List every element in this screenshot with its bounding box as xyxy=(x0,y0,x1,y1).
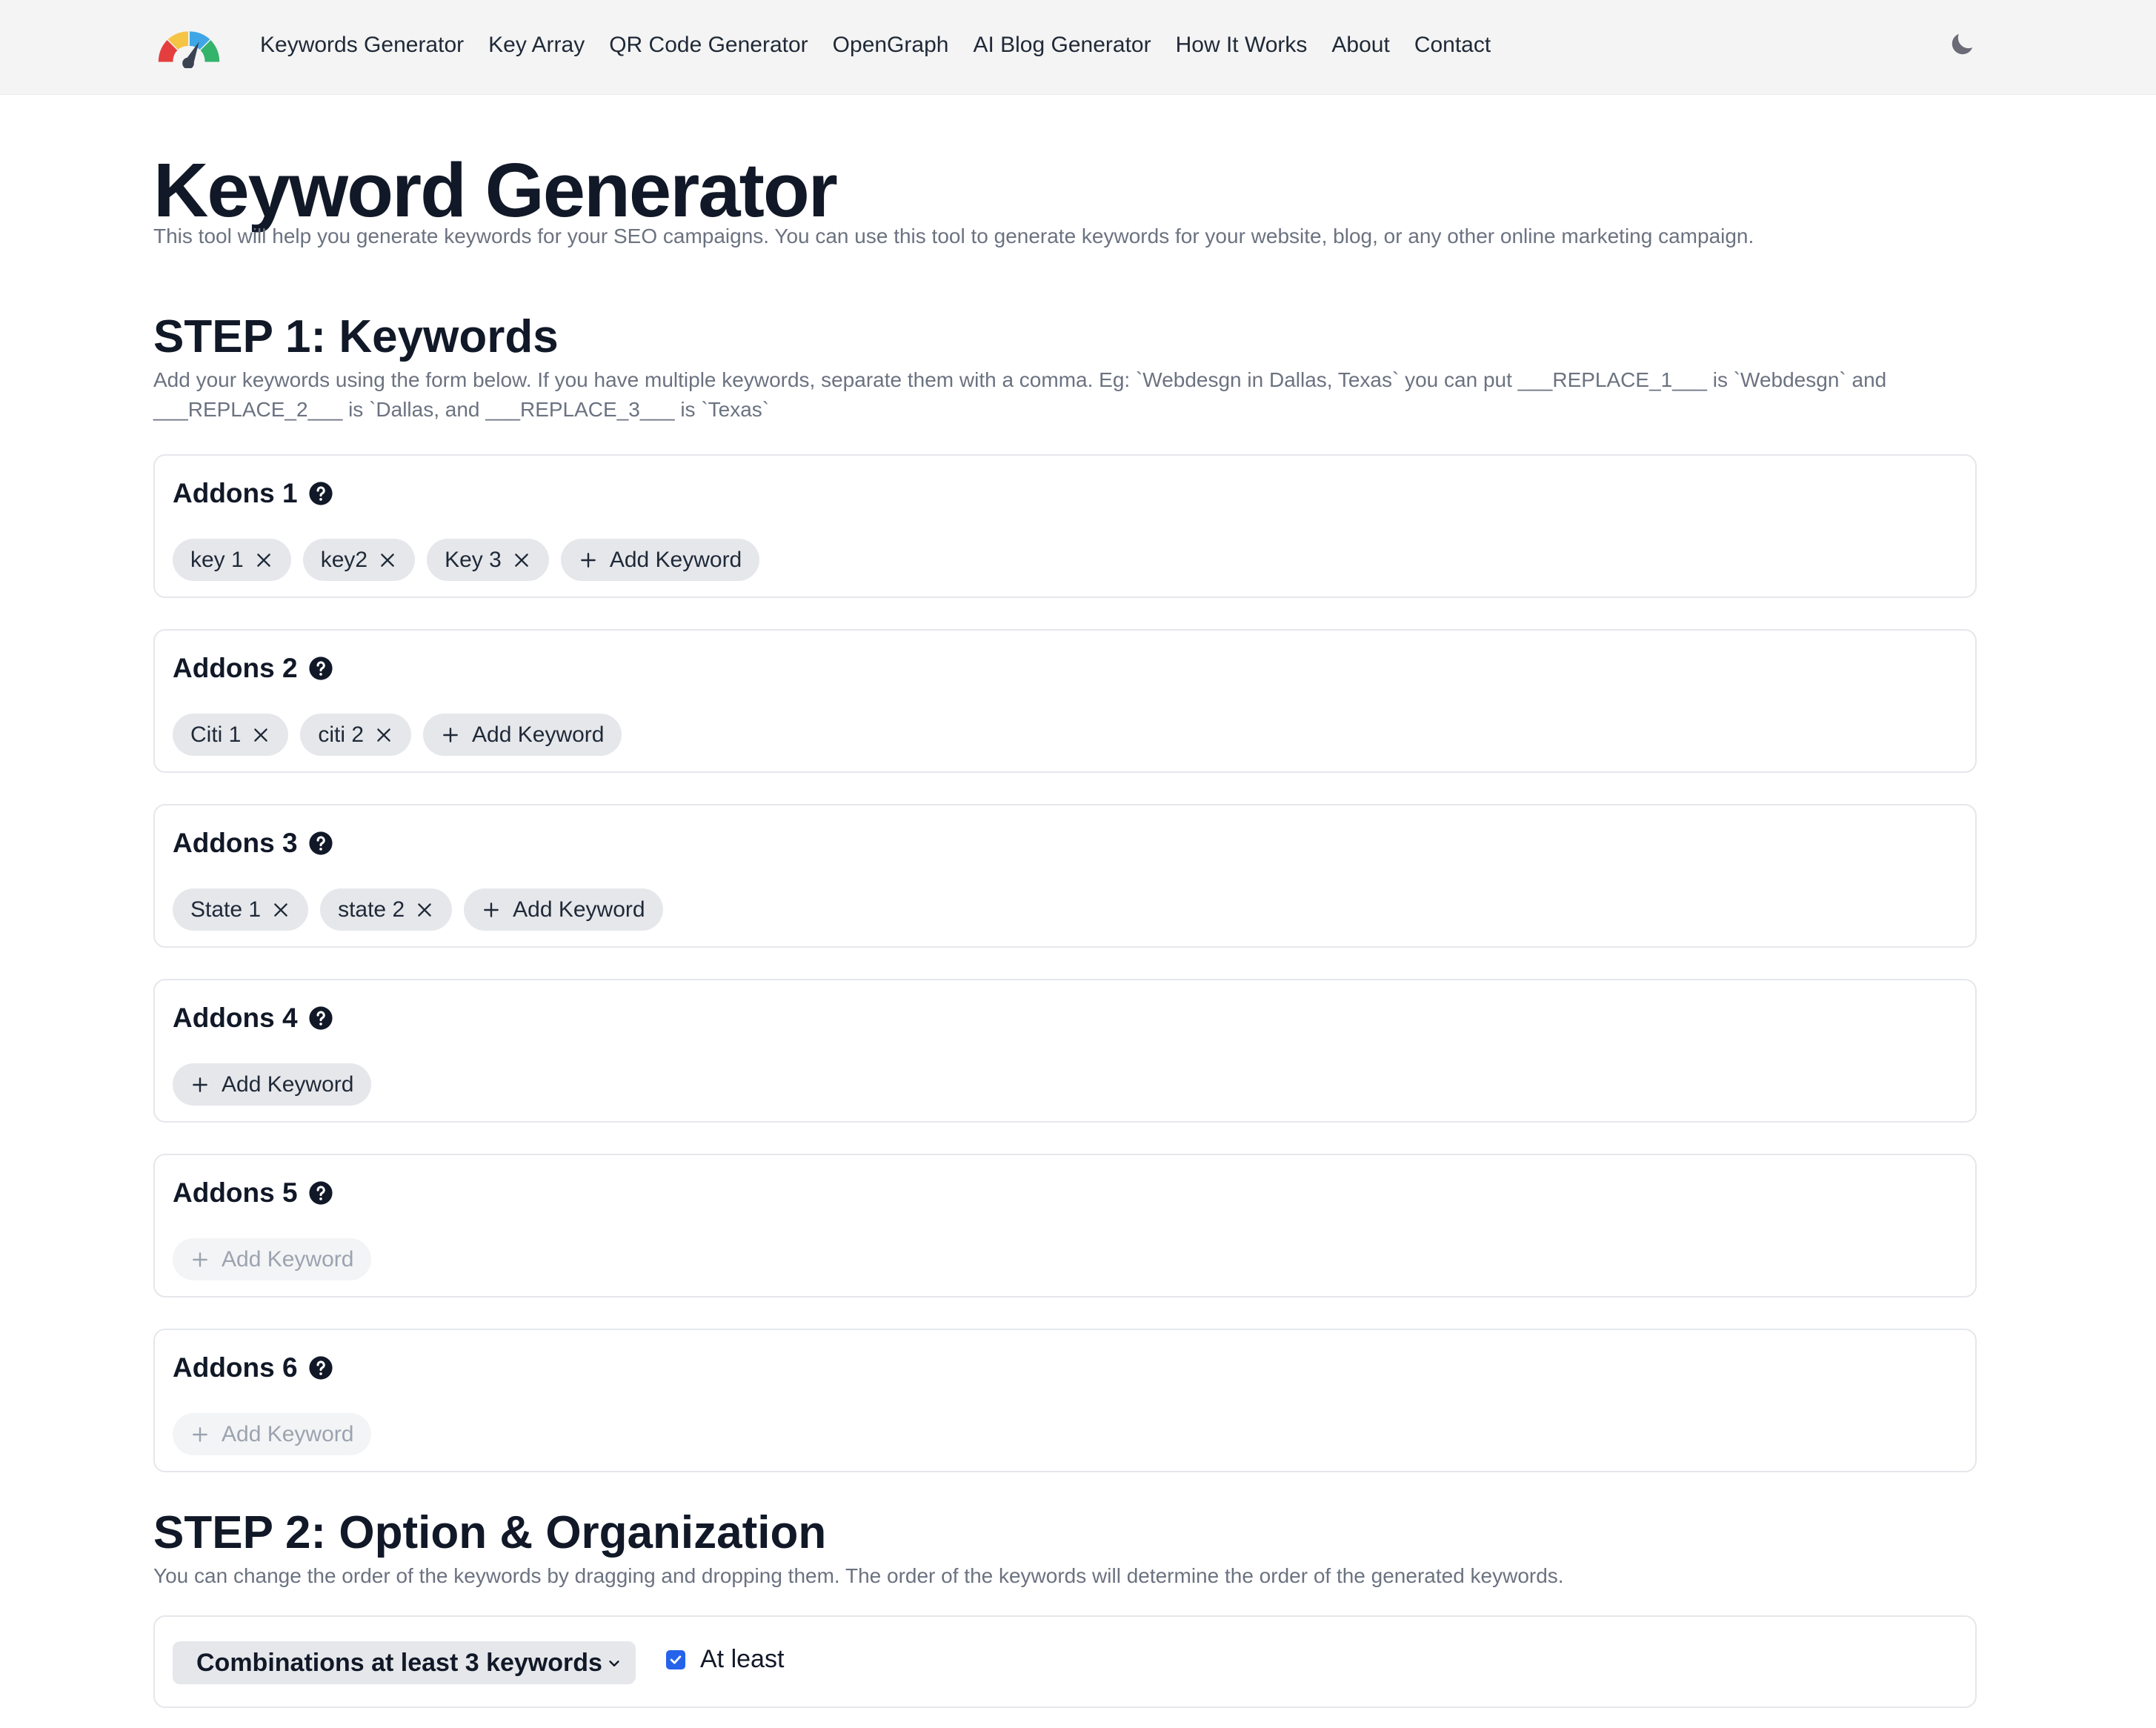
add-keyword-label: Add Keyword xyxy=(513,897,645,922)
add-keyword-button[interactable]: Add Keyword xyxy=(173,1063,372,1106)
plus-icon xyxy=(443,727,458,742)
addon-title: Addons 3 xyxy=(173,828,298,858)
addon-card-5: Addons 5 Add Keyword xyxy=(153,1154,1977,1297)
keyword-chips: State 1 state 2 Add Keyword xyxy=(173,888,663,931)
keyword-chip[interactable]: key2 xyxy=(302,539,416,581)
checkmark-icon xyxy=(670,1655,682,1664)
keyword-chip[interactable]: key 1 xyxy=(173,539,291,581)
keyword-chips: Citi 1 citi 2 Add Keyword xyxy=(173,714,622,756)
keyword-chip-label: Key 3 xyxy=(445,547,502,572)
remove-keyword-icon[interactable] xyxy=(378,551,397,570)
help-question-icon[interactable] xyxy=(308,831,333,856)
add-keyword-label: Add Keyword xyxy=(472,722,605,747)
plus-icon xyxy=(193,1426,207,1442)
add-keyword-label: Add Keyword xyxy=(222,1421,354,1446)
remove-keyword-icon[interactable] xyxy=(374,725,393,745)
add-keyword-button[interactable]: Add Keyword xyxy=(464,888,663,931)
nav-link-opengraph[interactable]: OpenGraph xyxy=(833,30,949,61)
addon-card-1: Addons 1 key 1 key2 Key 3 Add Keyword xyxy=(153,454,1977,598)
nav-link-how-it-works[interactable]: How It Works xyxy=(1176,30,1308,61)
nav-link-qr-code-generator[interactable]: QR Code Generator xyxy=(609,30,808,61)
add-keyword-label: Add Keyword xyxy=(222,1246,354,1272)
help-question-icon[interactable] xyxy=(308,1006,333,1031)
keyword-chip[interactable]: State 1 xyxy=(173,888,309,931)
addon-card-2: Addons 2 Citi 1 citi 2 Add Keyword xyxy=(153,629,1977,773)
plus-icon xyxy=(193,1252,207,1267)
help-question-icon[interactable] xyxy=(308,1355,333,1380)
nav-link-about[interactable]: About xyxy=(1331,30,1389,61)
add-keyword-label: Add Keyword xyxy=(222,1071,354,1097)
nav-link-key-array[interactable]: Key Array xyxy=(488,30,585,61)
plus-icon xyxy=(580,552,596,568)
remove-keyword-icon[interactable] xyxy=(251,725,270,745)
add-keyword-button[interactable]: Add Keyword xyxy=(423,714,622,756)
step1-description-line2: ___REPLACE_2___ is `Dallas, and ___REPLA… xyxy=(153,398,770,421)
keyword-chip-label: state 2 xyxy=(338,897,405,922)
keyword-chip[interactable]: Citi 1 xyxy=(173,714,289,756)
add-keyword-label: Add Keyword xyxy=(609,547,742,572)
help-question-icon[interactable] xyxy=(308,656,333,681)
at-least-checkbox[interactable] xyxy=(666,1649,685,1669)
step1-description-line1: Add your keywords using the form below. … xyxy=(153,368,1887,391)
combination-select-value: Combinations at least 3 keywords xyxy=(196,1648,602,1677)
keyword-chip-label: State 1 xyxy=(190,897,262,922)
keyword-chip-label: key2 xyxy=(320,547,368,572)
addon-card-4: Addons 4 Add Keyword xyxy=(153,979,1977,1123)
plus-icon xyxy=(193,1077,207,1092)
addon-header: Addons 2 xyxy=(173,650,333,687)
dark-mode-moon-icon[interactable] xyxy=(1947,30,1977,59)
keyword-chip-label: key 1 xyxy=(190,547,244,572)
keyword-chips: Add Keyword xyxy=(173,1238,372,1280)
keyword-chip-label: citi 2 xyxy=(318,722,365,747)
remove-keyword-icon[interactable] xyxy=(415,900,434,920)
add-keyword-button[interactable]: Add Keyword xyxy=(173,1238,372,1280)
nav-link-keywords-generator[interactable]: Keywords Generator xyxy=(260,30,464,61)
keyword-chip[interactable]: state 2 xyxy=(320,888,453,931)
addon-card-6: Addons 6 Add Keyword xyxy=(153,1329,1977,1472)
top-navbar: Keywords Generator Key Array QR Code Gen… xyxy=(0,0,2156,95)
nav-link-ai-blog-generator[interactable]: AI Blog Generator xyxy=(973,30,1151,61)
keyword-chip[interactable]: citi 2 xyxy=(300,714,412,756)
addon-header: Addons 6 xyxy=(173,1349,333,1386)
remove-keyword-icon[interactable] xyxy=(271,900,290,920)
keyword-chip[interactable]: Key 3 xyxy=(427,539,549,581)
chevron-down-icon xyxy=(609,1661,619,1666)
keyword-chips: key 1 key2 Key 3 Add Keyword xyxy=(173,539,760,581)
addon-title: Addons 4 xyxy=(173,1003,298,1033)
add-keyword-button[interactable]: Add Keyword xyxy=(173,1413,372,1455)
step1-title: STEP 1: Keywords xyxy=(153,311,559,362)
addon-title: Addons 1 xyxy=(173,478,298,508)
addon-header: Addons 3 xyxy=(173,825,333,862)
addon-header: Addons 4 xyxy=(173,1000,333,1037)
at-least-label: At least xyxy=(700,1645,785,1673)
addon-card-3: Addons 3 State 1 state 2 Add Keyword xyxy=(153,804,1977,948)
step1-description: Add your keywords using the form below. … xyxy=(153,365,1978,425)
addon-title: Addons 5 xyxy=(173,1177,298,1208)
add-keyword-button[interactable]: Add Keyword xyxy=(560,539,760,581)
keyword-chip-label: Citi 1 xyxy=(190,722,242,747)
addon-header: Addons 1 xyxy=(173,475,333,512)
plus-icon xyxy=(484,902,499,917)
main-nav: Keywords Generator Key Array QR Code Gen… xyxy=(260,30,1491,61)
addon-header: Addons 5 xyxy=(173,1174,333,1212)
help-question-icon[interactable] xyxy=(308,481,333,506)
addon-title: Addons 6 xyxy=(173,1352,298,1383)
gauge-logo-icon[interactable] xyxy=(153,21,225,68)
at-least-option[interactable]: At least xyxy=(666,1645,784,1674)
options-card: Combinations at least 3 keywords At leas… xyxy=(153,1615,1977,1708)
step2-description: You can change the order of the keywords… xyxy=(153,1564,1564,1587)
page-description: This tool will help you generate keyword… xyxy=(153,225,1754,247)
nav-link-contact[interactable]: Contact xyxy=(1414,30,1491,61)
addon-title: Addons 2 xyxy=(173,653,298,683)
keyword-chips: Add Keyword xyxy=(173,1063,372,1106)
remove-keyword-icon[interactable] xyxy=(254,551,273,570)
help-question-icon[interactable] xyxy=(308,1180,333,1206)
step2-title: STEP 2: Option & Organization xyxy=(153,1507,827,1558)
keyword-chips: Add Keyword xyxy=(173,1413,372,1455)
remove-keyword-icon[interactable] xyxy=(512,551,531,570)
combination-select[interactable]: Combinations at least 3 keywords xyxy=(173,1641,636,1684)
